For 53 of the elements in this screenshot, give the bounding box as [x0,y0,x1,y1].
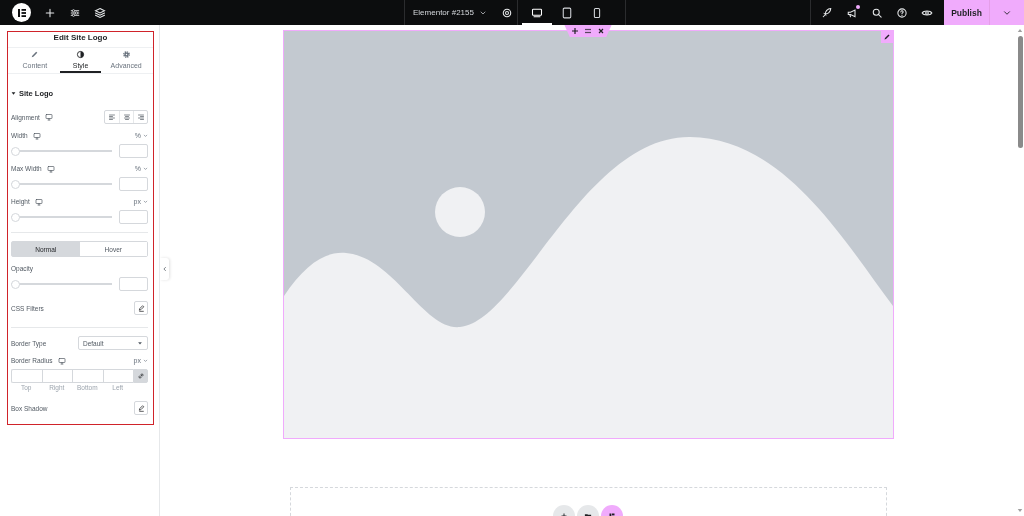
alignment-button[interactable] [133,111,147,123]
scroll-down-icon[interactable] [1017,508,1023,513]
publish-button[interactable]: Publish [944,0,990,25]
chevron-down-icon [143,358,148,363]
chevron-down-icon [143,166,148,171]
dimension-field[interactable] [72,369,103,383]
help-icon[interactable] [896,6,908,19]
pencil-icon [136,403,146,413]
search-icon[interactable] [871,6,883,19]
monitor-icon [531,6,543,19]
megaphone-icon[interactable] [846,6,858,19]
number-field[interactable] [119,277,148,291]
panel-title: Edit Site Logo [8,32,153,48]
layers-icon[interactable] [94,6,106,19]
number-field[interactable] [119,144,148,158]
edit-button[interactable] [134,401,148,415]
align-right-icon [136,113,145,121]
sliders-icon[interactable] [69,6,81,19]
monitor-icon[interactable] [46,164,55,173]
pencil-icon [136,303,146,313]
chevron-down-icon [143,133,148,138]
document-title-button[interactable]: Elementor #2155 [413,8,487,17]
widget-handle[interactable] [564,25,612,37]
chevron-left-icon [161,266,168,272]
link-icon [136,372,145,380]
scroll-up-icon[interactable] [1017,28,1023,33]
align-left-icon [108,113,116,121]
number-field[interactable] [119,210,148,224]
number-field[interactable] [119,177,148,191]
caret-icon [11,91,16,96]
pencil-icon [30,49,40,59]
half-circle-icon [76,49,85,59]
align-center-icon [122,113,131,121]
dimension-field[interactable] [11,369,42,383]
pencil-icon [882,33,891,41]
alignment-button-group[interactable] [104,110,148,124]
dimension-field[interactable] [102,369,133,383]
caret-icon [137,340,143,346]
settings-icon[interactable] [500,6,513,19]
monitor-icon[interactable] [57,356,66,365]
monitor-icon[interactable] [32,131,41,140]
monitor-icon[interactable] [34,197,43,206]
elementor-logo-icon[interactable] [12,3,31,22]
gear-icon [121,49,131,59]
phone-icon [591,6,603,19]
add-icon[interactable] [44,6,56,19]
edit-button[interactable] [134,301,148,315]
link-values-button[interactable] [133,369,148,383]
dimension-field[interactable] [41,369,72,383]
tablet-icon [561,6,573,19]
chevron-down-icon [143,199,148,204]
alignment-button[interactable] [119,111,133,123]
monitor-icon[interactable] [44,113,53,121]
